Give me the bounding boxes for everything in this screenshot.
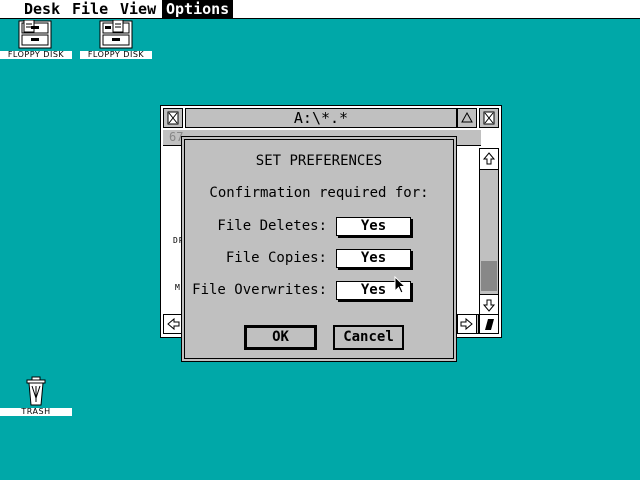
- scroll-track[interactable]: [481, 171, 497, 261]
- vertical-scrollbar[interactable]: [479, 148, 499, 316]
- file-deletes-label: File Deletes:: [217, 218, 327, 234]
- floppy-drawer-icon: [99, 20, 133, 49]
- arrow-up-icon[interactable]: [457, 108, 477, 128]
- file-entry-peek: M: [175, 283, 181, 292]
- menu-desk[interactable]: Desk: [20, 0, 64, 18]
- close-box-icon[interactable]: [163, 108, 183, 128]
- menu-options[interactable]: Options: [162, 0, 234, 18]
- arrow-down-icon[interactable]: [479, 294, 499, 316]
- file-deletes-toggle[interactable]: Yes: [336, 217, 411, 236]
- arrow-left-icon[interactable]: [163, 314, 183, 334]
- desktop-icon-label: FLOPPY DISK: [80, 51, 152, 59]
- floppy-drawer-icon: [18, 20, 52, 49]
- dialog-title: SET PREFERENCES: [255, 153, 383, 169]
- ok-button[interactable]: OK: [244, 325, 317, 350]
- trash-can-icon: [26, 376, 46, 406]
- set-preferences-dialog: SET PREFERENCES Confirmation required fo…: [181, 136, 457, 362]
- file-copies-label: File Copies:: [225, 250, 327, 266]
- file-copies-toggle[interactable]: Yes: [336, 249, 411, 268]
- desktop-icon-label: TRASH: [0, 408, 72, 416]
- desktop-icon-label: FLOPPY DISK: [0, 51, 72, 59]
- menu-file[interactable]: File: [68, 0, 112, 18]
- desktop-icon-floppy-a[interactable]: FLOPPY DISK: [0, 20, 72, 60]
- window-title[interactable]: A:\*.*: [185, 108, 457, 128]
- cancel-button[interactable]: Cancel: [333, 325, 404, 350]
- file-overwrites-label: File Overwrites:: [192, 282, 327, 298]
- scroll-thumb[interactable]: [481, 261, 497, 291]
- desktop-icon-trash[interactable]: TRASH: [0, 376, 72, 418]
- arrow-up-icon[interactable]: [479, 148, 499, 170]
- menu-bar: Desk File View Options: [0, 0, 640, 19]
- size-box-icon[interactable]: [479, 314, 499, 334]
- menu-view[interactable]: View: [116, 0, 160, 18]
- arrow-right-icon[interactable]: [457, 314, 477, 334]
- dialog-subtitle: Confirmation required for:: [209, 185, 429, 201]
- desktop-icon-floppy-b[interactable]: FLOPPY DISK: [80, 20, 152, 60]
- fuller-box-icon[interactable]: [479, 108, 499, 128]
- mouse-pointer-icon: [394, 276, 407, 294]
